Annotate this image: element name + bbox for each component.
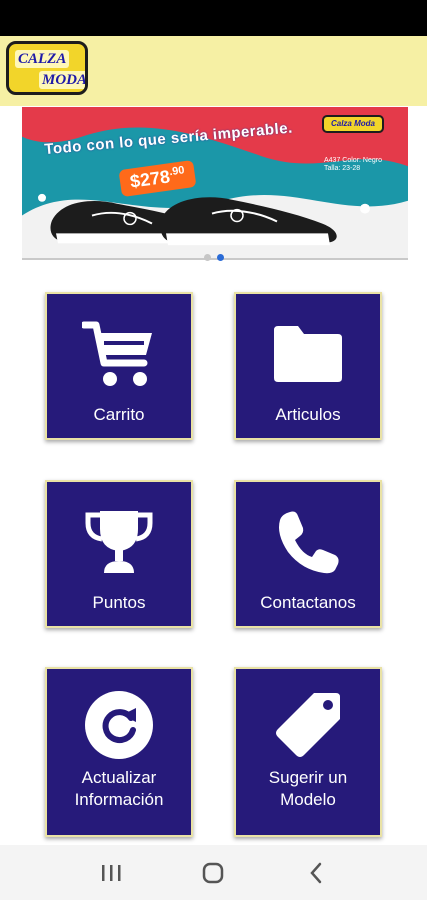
puntos-label: Puntos [92, 593, 146, 612]
brand-logo[interactable]: CALZA MODA [6, 41, 88, 95]
back-button[interactable] [296, 853, 336, 893]
carousel-indicator [0, 254, 427, 261]
sugerir-modelo-button[interactable]: Sugerir un Modelo [234, 667, 382, 837]
sugerir-modelo-label: Sugerir un Modelo [269, 767, 347, 811]
promo-banner[interactable]: Todo con lo que sería imperable. $278.90… [22, 107, 408, 260]
articulos-button[interactable]: Articulos [234, 292, 382, 440]
puntos-button[interactable]: Puntos [45, 480, 193, 628]
folder-icon [268, 314, 348, 394]
home-icon [203, 862, 224, 883]
status-bar [0, 0, 427, 36]
actualizar-informacion-label: Actualizar Información [75, 767, 164, 811]
sugerir-label-line1: Sugerir un [268, 768, 348, 787]
price-cents: .90 [168, 164, 186, 179]
actualizar-label-line1: Actualizar [81, 768, 157, 787]
phone-icon [268, 502, 348, 582]
banner-specs: A437 Color: Negro Talla: 23-28 [324, 157, 382, 172]
recents-icon [102, 864, 121, 881]
home-button[interactable] [193, 853, 233, 893]
actualizar-informacion-button[interactable]: Actualizar Información [45, 667, 193, 837]
carrito-button[interactable]: Carrito [45, 292, 193, 440]
tag-icon [268, 687, 348, 763]
app-header: CALZA MODA [0, 36, 427, 106]
logo-word-1: CALZA [15, 50, 70, 68]
contactanos-button[interactable]: Contactanos [234, 480, 382, 628]
price-value: $278 [128, 166, 172, 192]
refresh-icon [79, 687, 159, 763]
logo-word-2: MODA [39, 71, 85, 89]
articulos-label: Articulos [275, 405, 341, 424]
carrito-label: Carrito [93, 405, 145, 424]
cart-icon [79, 314, 159, 394]
recents-button[interactable] [91, 853, 131, 893]
actualizar-label-line2: Información [74, 790, 164, 809]
back-icon [310, 862, 322, 883]
contactanos-label: Contactanos [260, 593, 356, 612]
sugerir-label-line2: Modelo [280, 790, 336, 809]
trophy-icon [79, 502, 159, 582]
system-nav-bar [0, 845, 427, 900]
carousel-dot-1[interactable] [203, 254, 211, 261]
carousel-dot-2[interactable] [216, 254, 224, 261]
banner-logo: Calza Moda [322, 115, 384, 133]
